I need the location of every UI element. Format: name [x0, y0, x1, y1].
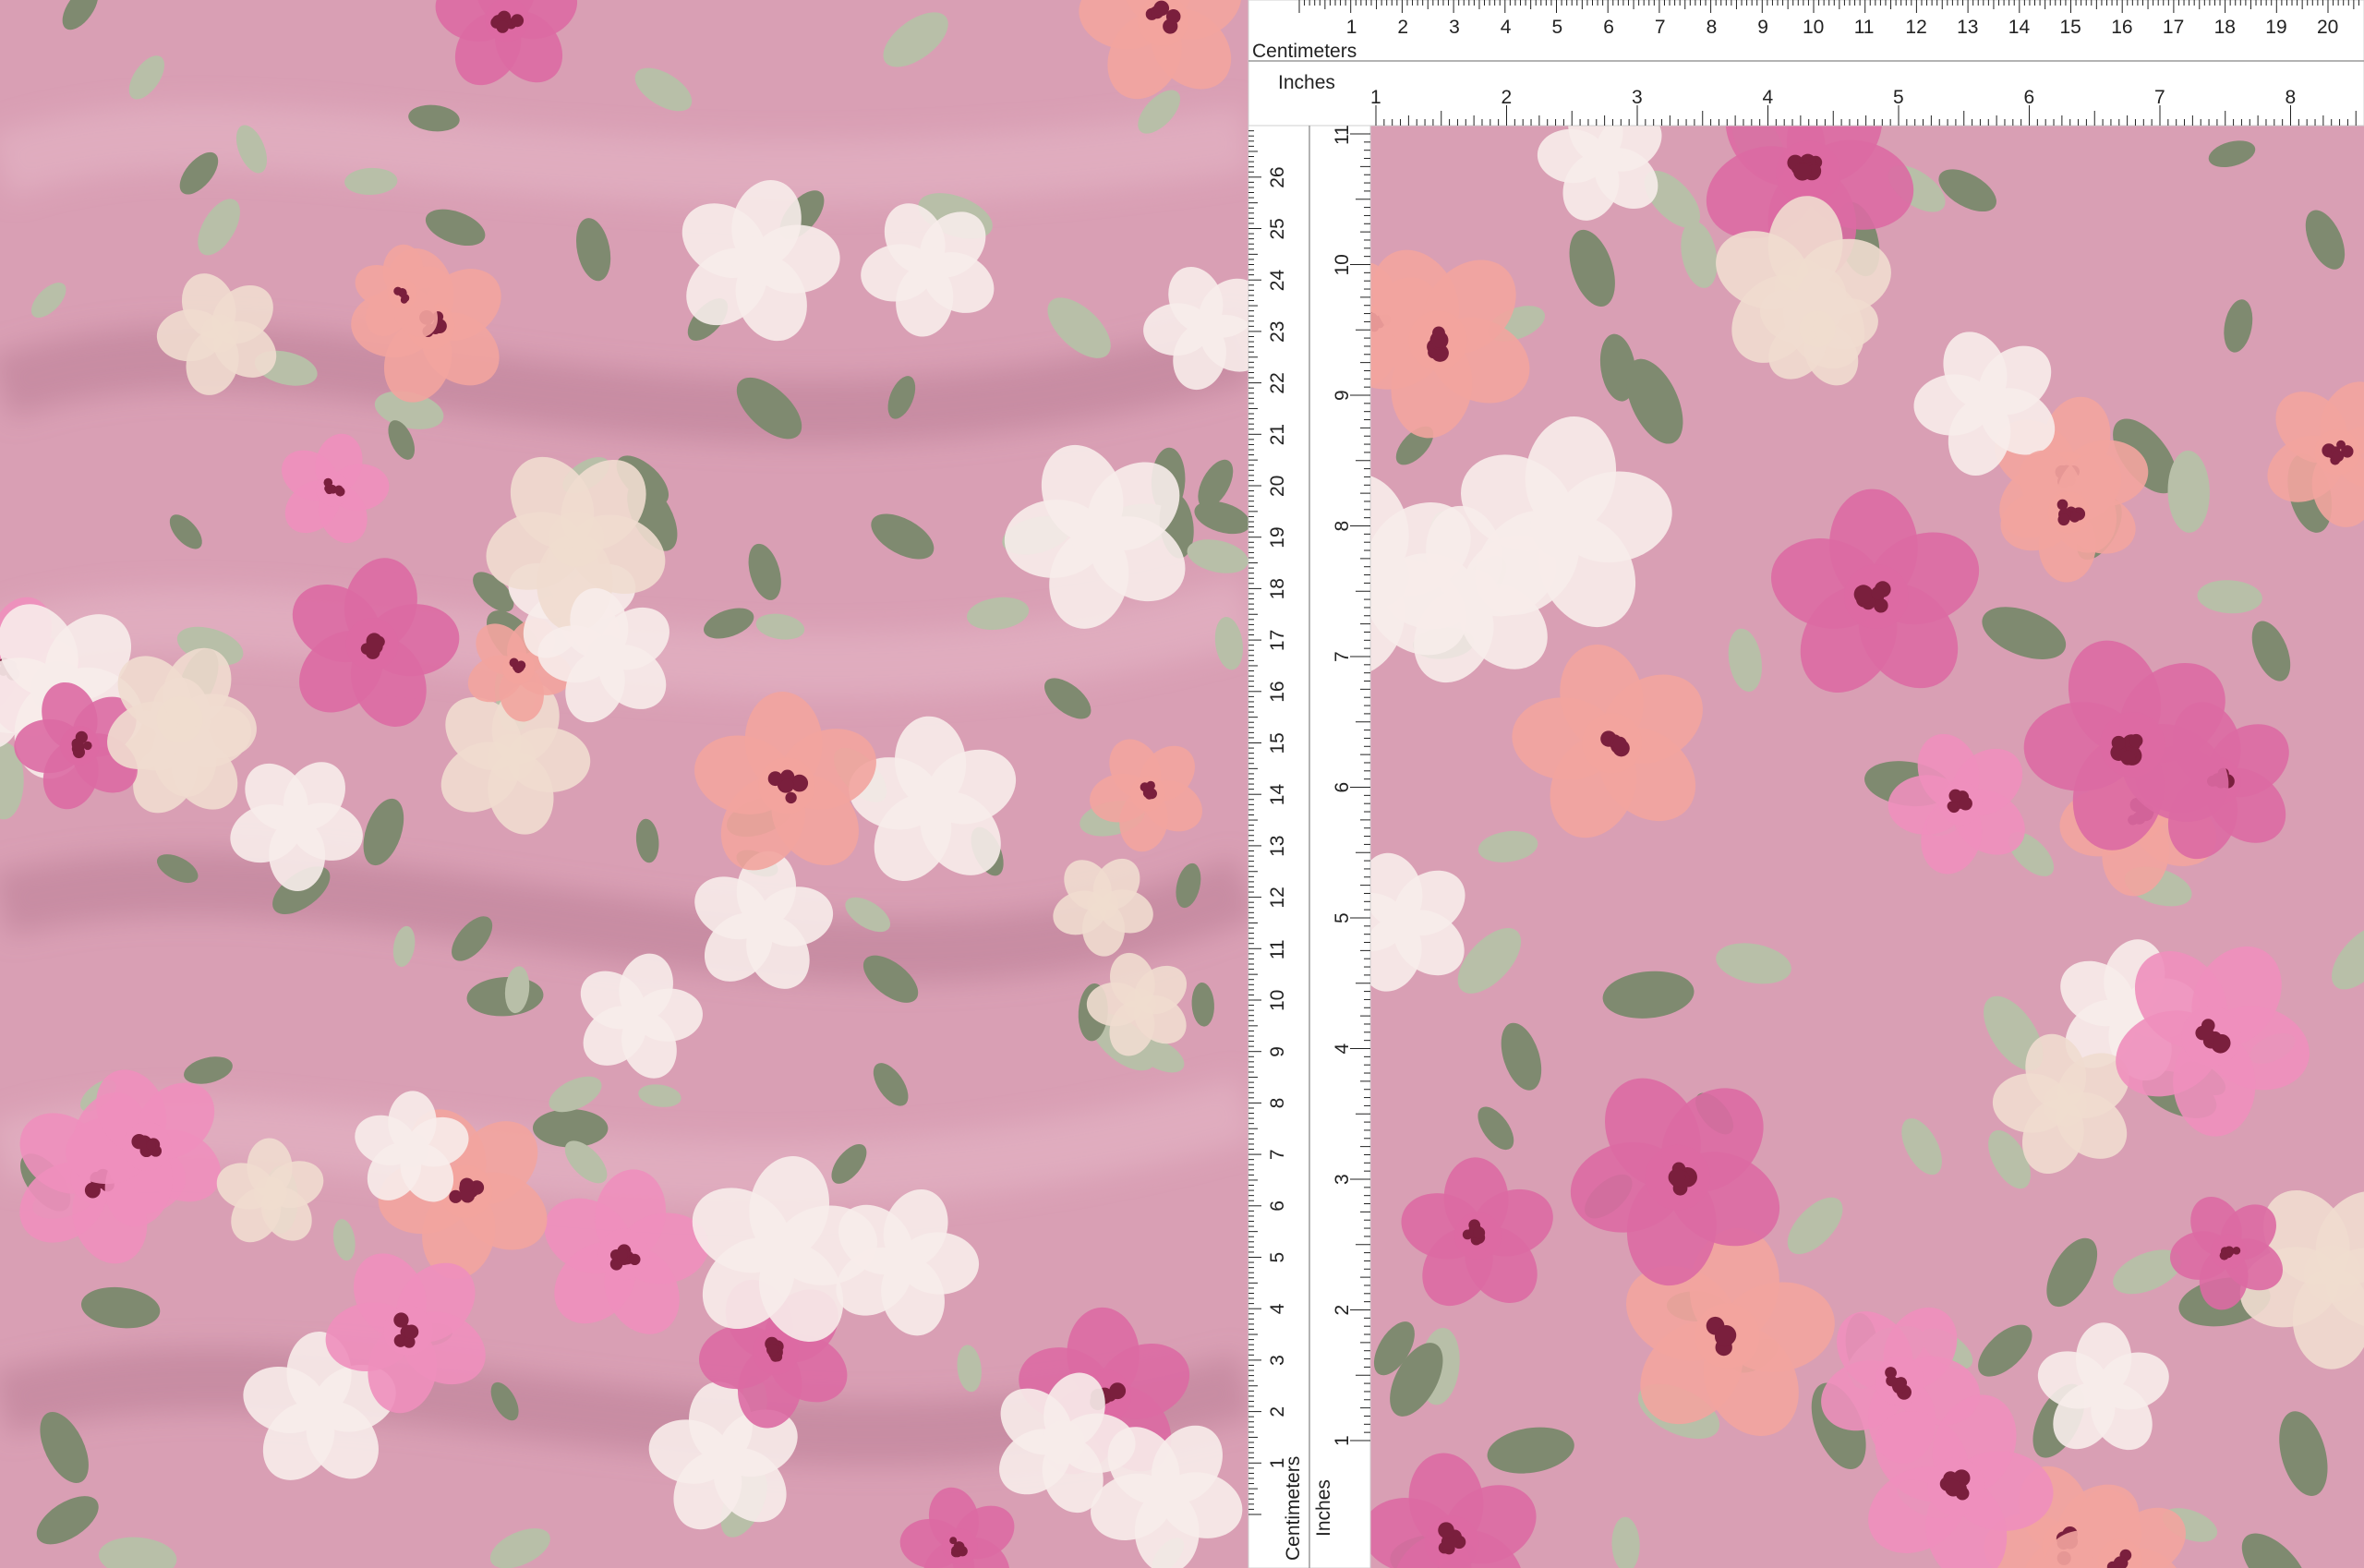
fabric-photo — [0, 0, 2364, 1568]
fabric-fold — [0, 104, 1252, 205]
